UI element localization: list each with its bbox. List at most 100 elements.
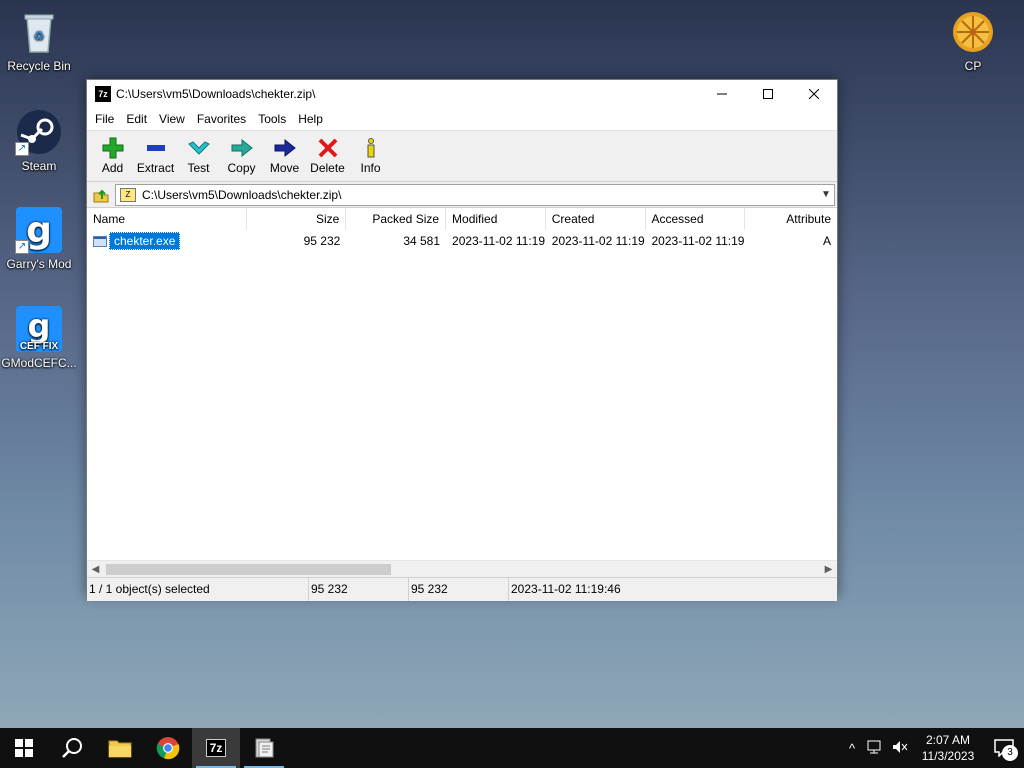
file-list[interactable]: chekter.exe 95 232 34 581 2023-11-02 11:… xyxy=(87,230,837,560)
svg-text:g: g xyxy=(26,210,52,251)
search-icon xyxy=(62,738,82,758)
delete-label: Delete xyxy=(310,161,345,175)
desktop-icon-garrys-mod[interactable]: g ↗ Garry's Mod xyxy=(1,206,77,271)
notification-count-badge: 3 xyxy=(1002,745,1018,761)
menu-bar: File Edit View Favorites Tools Help xyxy=(87,108,837,130)
menu-edit[interactable]: Edit xyxy=(120,112,153,126)
address-value: C:\Users\vm5\Downloads\chekter.zip\ xyxy=(142,187,342,202)
desktop-icon-label: Recycle Bin xyxy=(7,59,71,73)
status-modified: 2023-11-02 11:19:46 xyxy=(511,582,621,596)
list-item[interactable]: chekter.exe 95 232 34 581 2023-11-02 11:… xyxy=(87,230,837,252)
window-title: C:\Users\vm5\Downloads\chekter.zip\ xyxy=(116,87,316,101)
clock-date: 11/3/2023 xyxy=(921,749,975,763)
svg-text:♻: ♻ xyxy=(34,29,45,43)
desktop-icon-label: GModCEFC... xyxy=(1,356,77,370)
minimize-icon xyxy=(717,93,727,95)
copy-button[interactable]: Copy xyxy=(220,131,263,181)
desktop-icon-recycle-bin[interactable]: ♻ Recycle Bin xyxy=(1,8,77,73)
column-modified[interactable]: Modified xyxy=(446,208,546,230)
scroll-left-icon[interactable]: ◀ xyxy=(87,564,104,575)
cef-fix-overlay: CEF FIX xyxy=(19,341,59,352)
chevron-up-icon[interactable]: ^ xyxy=(840,741,864,756)
taskbar: 7z ^ 2:07 AM 11/3/2023 3 xyxy=(0,728,1024,768)
up-folder-button[interactable] xyxy=(87,183,115,207)
title-bar[interactable]: 7z C:\Users\vm5\Downloads\chekter.zip\ xyxy=(87,80,837,108)
zip-archive-icon: Z xyxy=(120,187,136,202)
menu-favorites[interactable]: Favorites xyxy=(191,112,252,126)
move-button[interactable]: Move xyxy=(263,131,306,181)
scroll-track[interactable] xyxy=(104,561,820,578)
recycle-bin-icon: ♻ xyxy=(15,8,63,56)
desktop-icon-gmod-cef-fix[interactable]: g CEF FIX GModCEFC... xyxy=(1,305,77,370)
file-attributes: A xyxy=(822,234,831,248)
clock[interactable]: 2:07 AM 11/3/2023 xyxy=(912,732,984,764)
file-name: chekter.exe xyxy=(109,232,181,250)
delete-button[interactable]: Delete xyxy=(306,131,349,181)
add-button[interactable]: Add xyxy=(91,131,134,181)
file-explorer-icon xyxy=(108,740,132,758)
close-button[interactable] xyxy=(791,80,837,108)
taskbar-chrome[interactable] xyxy=(144,728,192,768)
file-name-cell: chekter.exe xyxy=(87,230,247,252)
move-icon xyxy=(274,138,296,158)
desktop-icon-label: Garry's Mod xyxy=(6,257,72,271)
svg-text:g: g xyxy=(28,307,51,345)
gmod-cef-fix-icon: g CEF FIX xyxy=(15,305,63,353)
clock-time: 2:07 AM xyxy=(925,733,971,747)
info-button[interactable]: Info xyxy=(349,131,392,181)
column-accessed[interactable]: Accessed xyxy=(646,208,746,230)
taskbar-seven-zip[interactable]: 7z xyxy=(192,728,240,768)
toolbar: Add Extract Test Copy Move Delete Info xyxy=(87,130,837,182)
status-size: 95 232 xyxy=(309,578,409,601)
volume-muted-icon[interactable] xyxy=(888,739,912,758)
list-header: Name Size Packed Size Modified Created A… xyxy=(87,208,837,230)
search-button[interactable] xyxy=(48,728,96,768)
add-label: Add xyxy=(101,161,124,175)
seven-zip-window: 7z C:\Users\vm5\Downloads\chekter.zip\ F… xyxy=(86,79,838,601)
start-button[interactable] xyxy=(0,728,48,768)
column-attributes[interactable]: Attribute xyxy=(745,208,837,230)
menu-file[interactable]: File xyxy=(89,112,120,126)
extract-button[interactable]: Extract xyxy=(134,131,177,181)
app-icon xyxy=(255,738,274,758)
desktop-icon-label: CP xyxy=(964,59,982,73)
test-button[interactable]: Test xyxy=(177,131,220,181)
column-name[interactable]: Name xyxy=(87,208,247,230)
menu-view[interactable]: View xyxy=(153,112,191,126)
desktop-icon-cp[interactable]: CP xyxy=(935,8,1011,73)
copy-label: Copy xyxy=(227,161,256,175)
shortcut-arrow-icon: ↗ xyxy=(15,142,29,156)
address-combobox[interactable]: Z C:\Users\vm5\Downloads\chekter.zip\ ▼ xyxy=(115,183,835,206)
chrome-icon xyxy=(156,737,180,760)
file-created: 2023-11-02 11:19 xyxy=(551,234,645,248)
file-packed-size: 34 581 xyxy=(403,234,441,248)
delete-icon xyxy=(318,138,337,158)
minimize-button[interactable] xyxy=(699,80,745,108)
horizontal-scrollbar[interactable]: ◀ ▶ xyxy=(87,560,837,577)
chevron-down-icon[interactable]: ▼ xyxy=(818,189,834,200)
taskbar-file-explorer[interactable] xyxy=(96,728,144,768)
seven-zip-app-icon: 7z xyxy=(95,86,111,102)
desktop-icon-steam[interactable]: ↗ Steam xyxy=(1,108,77,173)
notification-center-button[interactable]: 3 xyxy=(984,728,1024,768)
close-icon xyxy=(809,89,819,99)
scroll-thumb[interactable] xyxy=(106,563,391,575)
column-packed-size[interactable]: Packed Size xyxy=(346,208,447,230)
test-label: Test xyxy=(187,161,210,175)
file-accessed: 2023-11-02 11:19 xyxy=(651,234,745,248)
garrys-mod-icon: g ↗ xyxy=(15,206,63,254)
column-size[interactable]: Size xyxy=(247,208,347,230)
info-icon xyxy=(367,138,374,158)
shortcut-arrow-icon: ↗ xyxy=(15,240,29,254)
scroll-right-icon[interactable]: ▶ xyxy=(820,564,837,575)
menu-tools[interactable]: Tools xyxy=(252,112,292,126)
network-icon[interactable] xyxy=(864,739,888,758)
column-created[interactable]: Created xyxy=(546,208,646,230)
maximize-button[interactable] xyxy=(745,80,791,108)
steam-icon: ↗ xyxy=(15,108,63,156)
network-glyph xyxy=(867,740,881,753)
menu-help[interactable]: Help xyxy=(292,112,329,126)
extract-icon xyxy=(146,145,165,151)
taskbar-app[interactable] xyxy=(240,728,288,768)
status-bar: 1 / 1 object(s) selected 95 232 95 232 2… xyxy=(87,577,837,601)
